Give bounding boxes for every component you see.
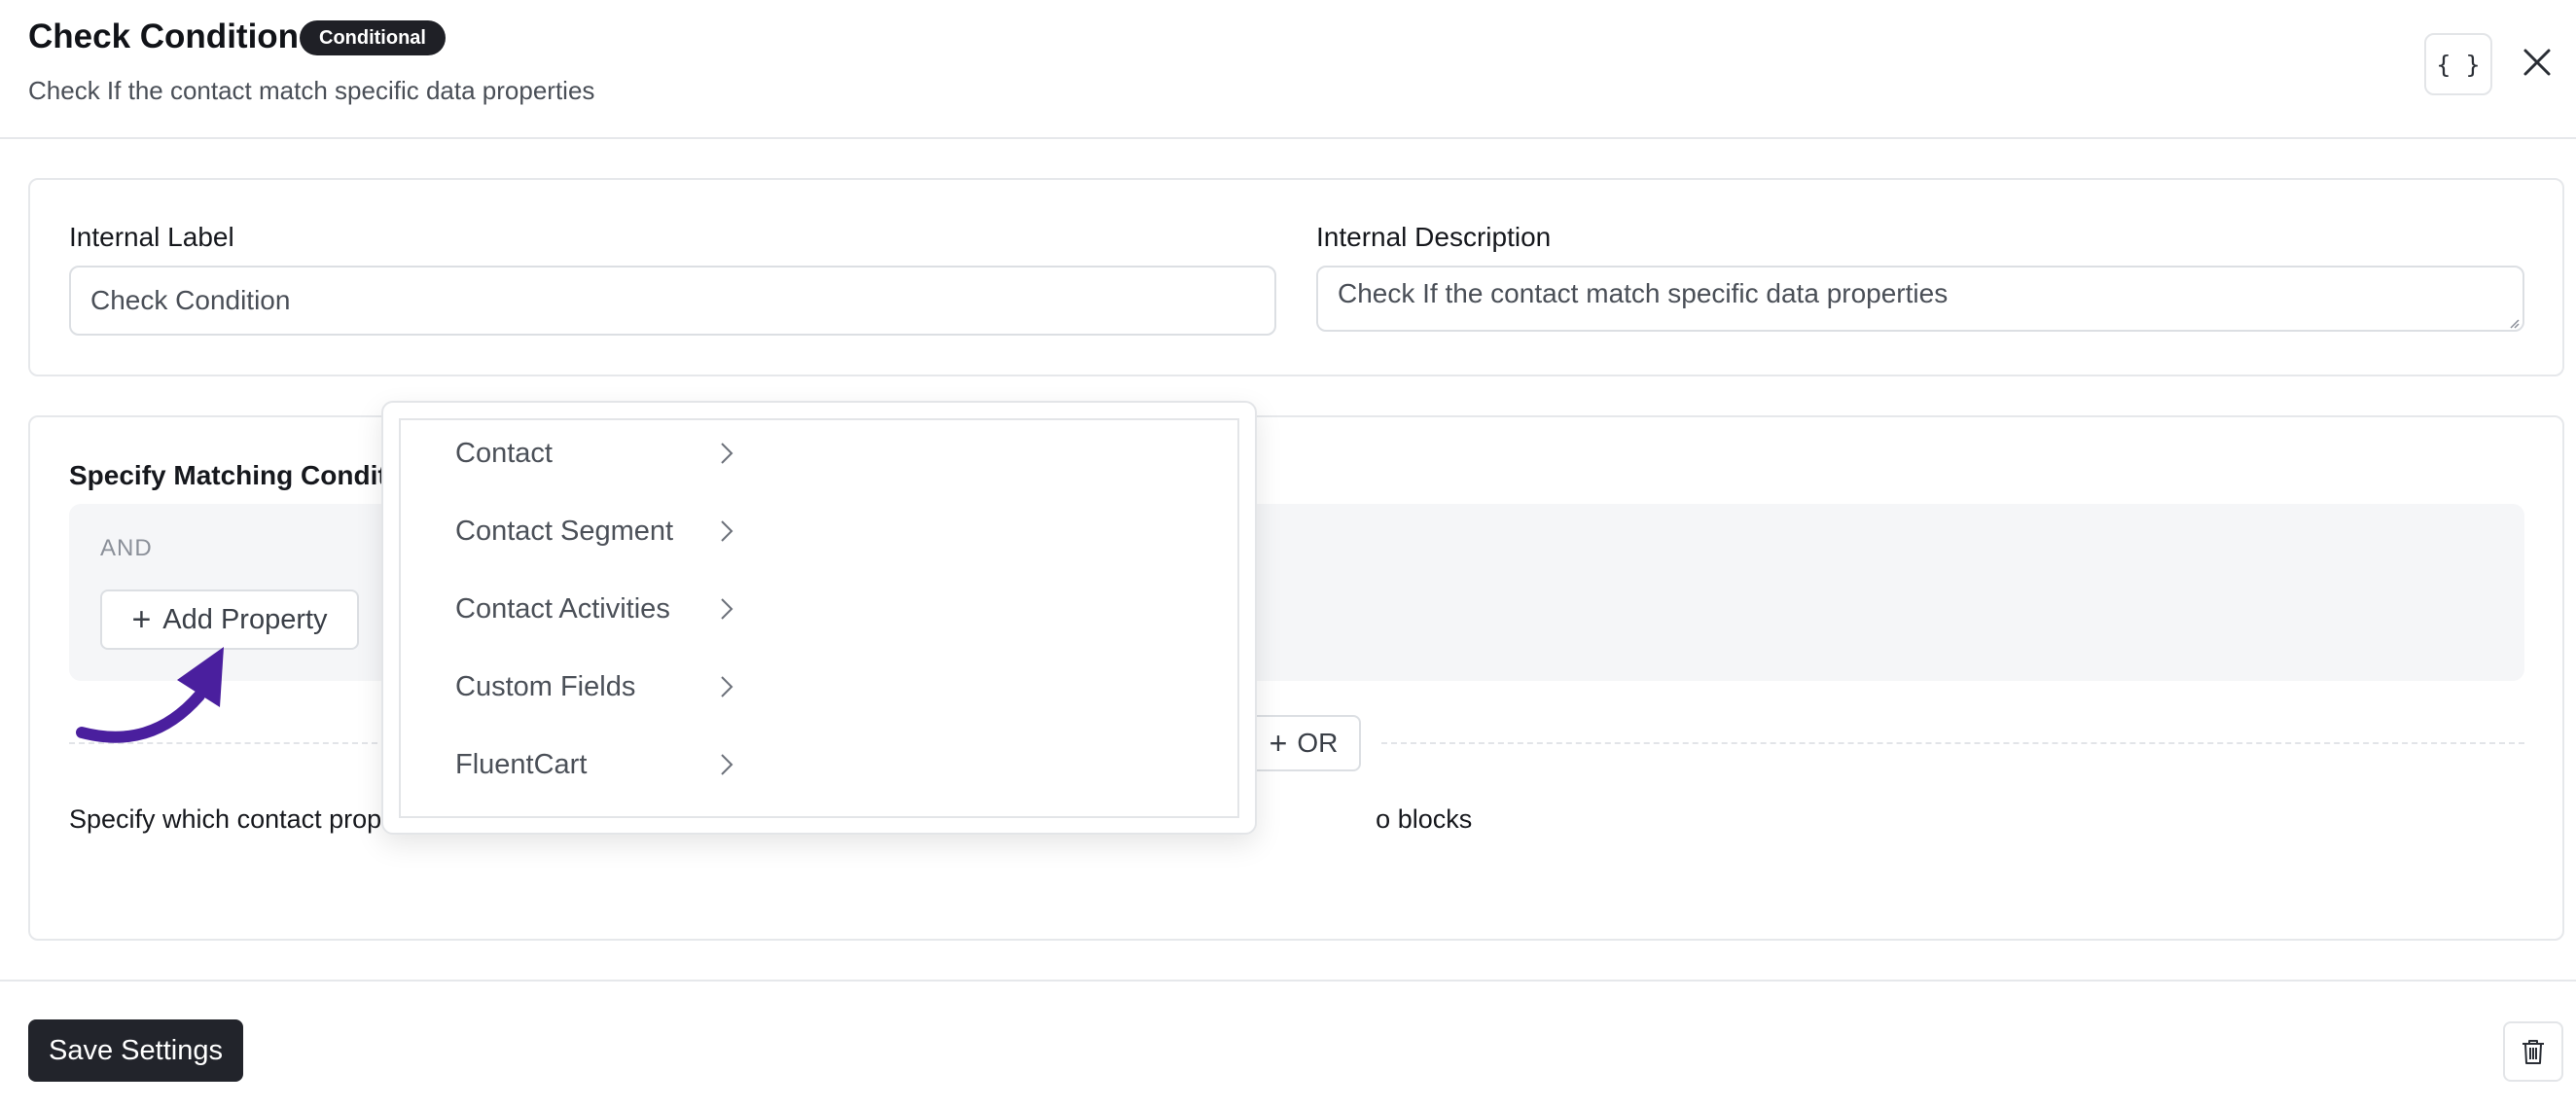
code-braces-icon: { } bbox=[2436, 50, 2481, 79]
footer-divider bbox=[0, 980, 2576, 982]
or-label: OR bbox=[1297, 728, 1339, 758]
close-button[interactable] bbox=[2516, 41, 2558, 84]
or-divider-right bbox=[1381, 742, 2524, 744]
help-text-end: o blocks bbox=[1376, 804, 1473, 834]
header-divider bbox=[0, 137, 2576, 139]
add-or-group-button[interactable]: + OR bbox=[1246, 715, 1361, 771]
help-text-start: Specify which contact prop bbox=[69, 804, 382, 834]
internal-label-input[interactable]: Check Condition bbox=[69, 266, 1276, 336]
chevron-right-icon bbox=[716, 754, 737, 775]
menu-item-label: Contact bbox=[455, 437, 553, 469]
conditions-heading: Specify Matching Condit bbox=[69, 460, 387, 490]
menu-item-custom-fields[interactable]: Custom Fields bbox=[455, 658, 737, 716]
menu-item-label: FluentCart bbox=[455, 748, 588, 780]
trash-icon bbox=[2522, 1040, 2544, 1064]
chevron-right-icon bbox=[716, 443, 737, 464]
delete-button[interactable] bbox=[2503, 1021, 2563, 1082]
chevron-right-icon bbox=[716, 676, 737, 697]
add-property-label: Add Property bbox=[162, 603, 328, 635]
menu-item-contact-activities[interactable]: Contact Activities bbox=[455, 580, 737, 638]
menu-item-label: Contact Segment bbox=[455, 515, 674, 547]
menu-item-contact[interactable]: Contact bbox=[455, 424, 737, 482]
internal-description-textarea[interactable]: Check If the contact match specific data… bbox=[1316, 266, 2524, 332]
internal-label-heading: Internal Label bbox=[69, 222, 234, 252]
menu-item-label: Contact Activities bbox=[455, 592, 670, 625]
chevron-right-icon bbox=[716, 598, 737, 620]
menu-item-label: Custom Fields bbox=[455, 670, 636, 702]
group-operator-label: AND bbox=[100, 535, 153, 561]
resize-grip-icon[interactable] bbox=[2508, 317, 2520, 329]
plus-icon: + bbox=[1269, 726, 1288, 761]
modal-title: Check Condition bbox=[28, 18, 300, 55]
type-badge: Conditional bbox=[300, 20, 446, 55]
chevron-right-icon bbox=[716, 520, 737, 542]
pointer-arrow-icon bbox=[76, 647, 224, 743]
modal-subtitle: Check If the contact match specific data… bbox=[28, 76, 595, 105]
plus-icon: + bbox=[131, 601, 152, 638]
menu-item-fluentcart[interactable]: FluentCart bbox=[455, 735, 737, 794]
close-icon bbox=[2523, 49, 2551, 76]
menu-item-contact-segment[interactable]: Contact Segment bbox=[455, 502, 737, 560]
code-view-button[interactable]: { } bbox=[2424, 33, 2492, 95]
internal-description-heading: Internal Description bbox=[1316, 222, 1552, 252]
save-settings-button[interactable]: Save Settings bbox=[28, 1019, 243, 1082]
